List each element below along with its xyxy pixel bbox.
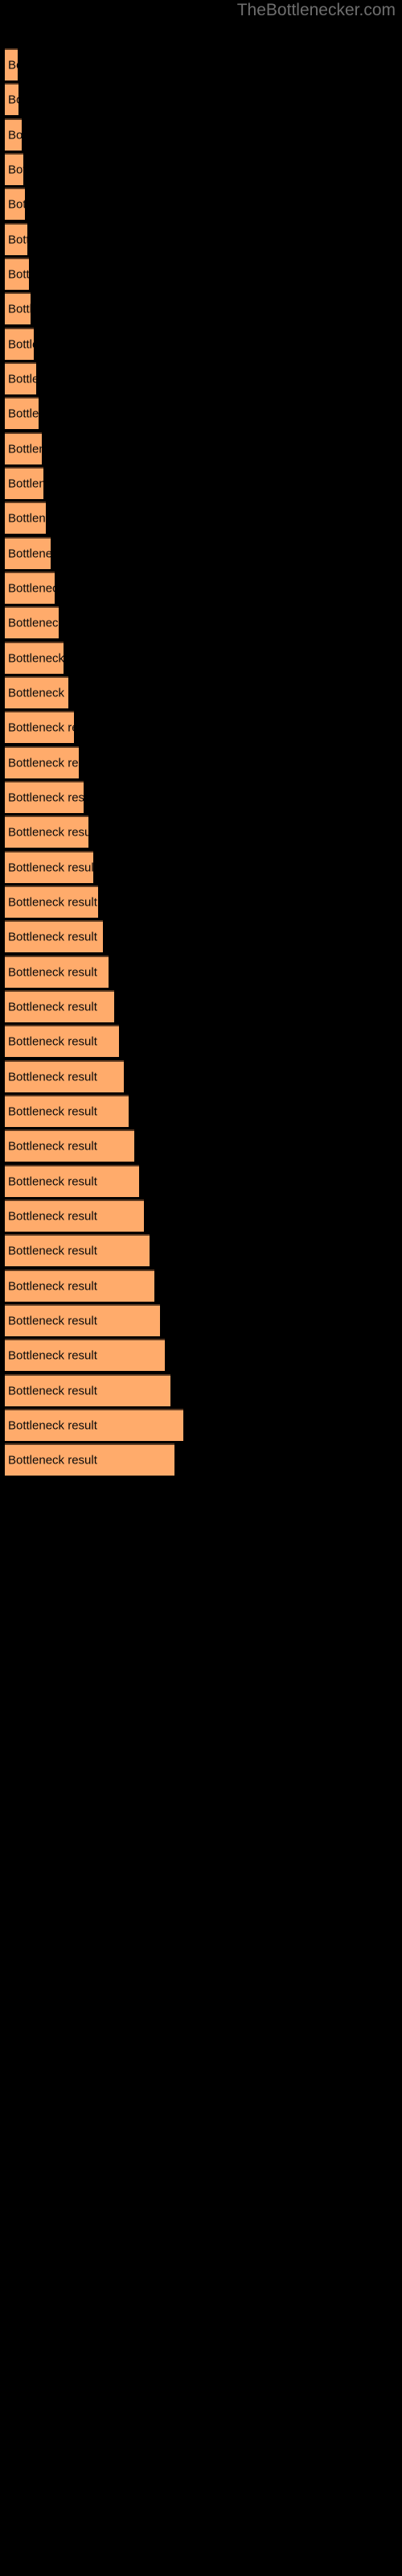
bar[interactable]: Bottleneck result [5,153,23,185]
bar-label: Bottleneck result [8,58,18,72]
bar[interactable]: Bottleneck result [5,572,55,604]
bar-label: Bottleneck result [8,651,64,666]
bar[interactable]: Bottleneck result [5,223,27,255]
bar[interactable]: Bottleneck result [5,328,34,360]
bar-label: Bottleneck result [8,233,27,247]
bar-label: Bottleneck result [8,1348,97,1363]
bar-label: Bottleneck result [8,1070,97,1084]
bar-label: Bottleneck result [8,1034,97,1049]
bar[interactable]: Bottleneck result [5,1409,183,1441]
bar-label: Bottleneck result [8,93,18,107]
bar-label: Bottleneck result [8,442,42,456]
bar-label: Bottleneck result [8,547,51,561]
bar-label: Bottleneck result [8,1174,97,1189]
bar[interactable]: Bottleneck result [5,1199,144,1232]
bar[interactable]: Bottleneck result [5,1129,134,1162]
bar-label: Bottleneck result [8,1104,97,1119]
bar[interactable]: Bottleneck result [5,292,31,324]
bar[interactable]: Bottleneck result [5,467,43,499]
bar[interactable]: Bottleneck result [5,83,18,115]
bar[interactable]: Bottleneck result [5,118,22,151]
bar-label: Bottleneck result [8,407,39,421]
bar-label: Bottleneck result [8,267,29,282]
bar-label: Bottleneck result [8,477,43,491]
bar-label: Bottleneck result [8,965,97,980]
bar[interactable]: Bottleneck result [5,1025,119,1057]
bar[interactable]: Bottleneck result [5,1304,160,1336]
bar[interactable]: Bottleneck result [5,502,46,534]
bar-label: Bottleneck result [8,825,88,840]
bar-label: Bottleneck result [8,756,79,770]
bar-label: Bottleneck result [8,1418,97,1433]
bar[interactable]: Bottleneck result [5,48,18,80]
bar-label: Bottleneck result [8,372,36,386]
bar[interactable]: Bottleneck result [5,537,51,569]
bar[interactable]: Bottleneck result [5,1234,150,1266]
bar[interactable]: Bottleneck result [5,920,103,952]
bar-label: Bottleneck result [8,861,93,875]
bar[interactable]: Bottleneck result [5,956,109,988]
bar-label: Bottleneck result [8,163,23,177]
bar[interactable]: Bottleneck result [5,711,74,743]
bar[interactable]: Bottleneck result [5,851,93,883]
bar[interactable]: Bottleneck result [5,606,59,638]
bar-label: Bottleneck result [8,616,59,630]
bar-label: Bottleneck result [8,1000,97,1014]
bar[interactable]: Bottleneck result [5,1339,165,1371]
bar-label: Bottleneck result [8,337,34,352]
bar-label: Bottleneck result [8,581,55,596]
bar[interactable]: Bottleneck result [5,258,29,290]
bar[interactable]: Bottleneck result [5,1165,139,1197]
bar[interactable]: Bottleneck result [5,397,39,429]
bar-label: Bottleneck result [8,197,25,212]
bar[interactable]: Bottleneck result [5,676,68,708]
bar[interactable]: Bottleneck result [5,746,79,778]
bar-label: Bottleneck result [8,1244,97,1258]
bottleneck-bar-chart: TheBottlenecker.com Bottleneck resultBot… [0,0,402,2576]
bar[interactable]: Bottleneck result [5,362,36,394]
bar-label: Bottleneck result [8,511,46,526]
bar[interactable]: Bottleneck result [5,990,114,1022]
bar[interactable]: Bottleneck result [5,1443,174,1476]
bar-label: Bottleneck result [8,895,97,910]
bar-label: Bottleneck result [8,1384,97,1398]
bar-label: Bottleneck result [8,1209,97,1224]
bar[interactable]: Bottleneck result [5,815,88,848]
bar-label: Bottleneck result [8,791,84,805]
bar[interactable]: Bottleneck result [5,432,42,464]
bar-label: Bottleneck result [8,1279,97,1294]
bar-label: Bottleneck result [8,930,97,944]
bar[interactable]: Bottleneck result [5,1095,129,1127]
bar[interactable]: Bottleneck result [5,1374,170,1406]
bar[interactable]: Bottleneck result [5,886,98,918]
bar-label: Bottleneck result [8,302,31,316]
bar[interactable]: Bottleneck result [5,642,64,674]
bar-label: Bottleneck result [8,686,68,700]
bar[interactable]: Bottleneck result [5,188,25,220]
bar-label: Bottleneck result [8,128,22,142]
bar[interactable]: Bottleneck result [5,781,84,813]
bar[interactable]: Bottleneck result [5,1269,154,1302]
bar-label: Bottleneck result [8,1314,97,1328]
bar-label: Bottleneck result [8,1453,97,1468]
bar-label: Bottleneck result [8,720,74,735]
bar-label: Bottleneck result [8,1139,97,1154]
bar[interactable]: Bottleneck result [5,1060,124,1092]
chart-plot-area: Bottleneck result Bottleneck result Bottle… [0,0,402,2576]
